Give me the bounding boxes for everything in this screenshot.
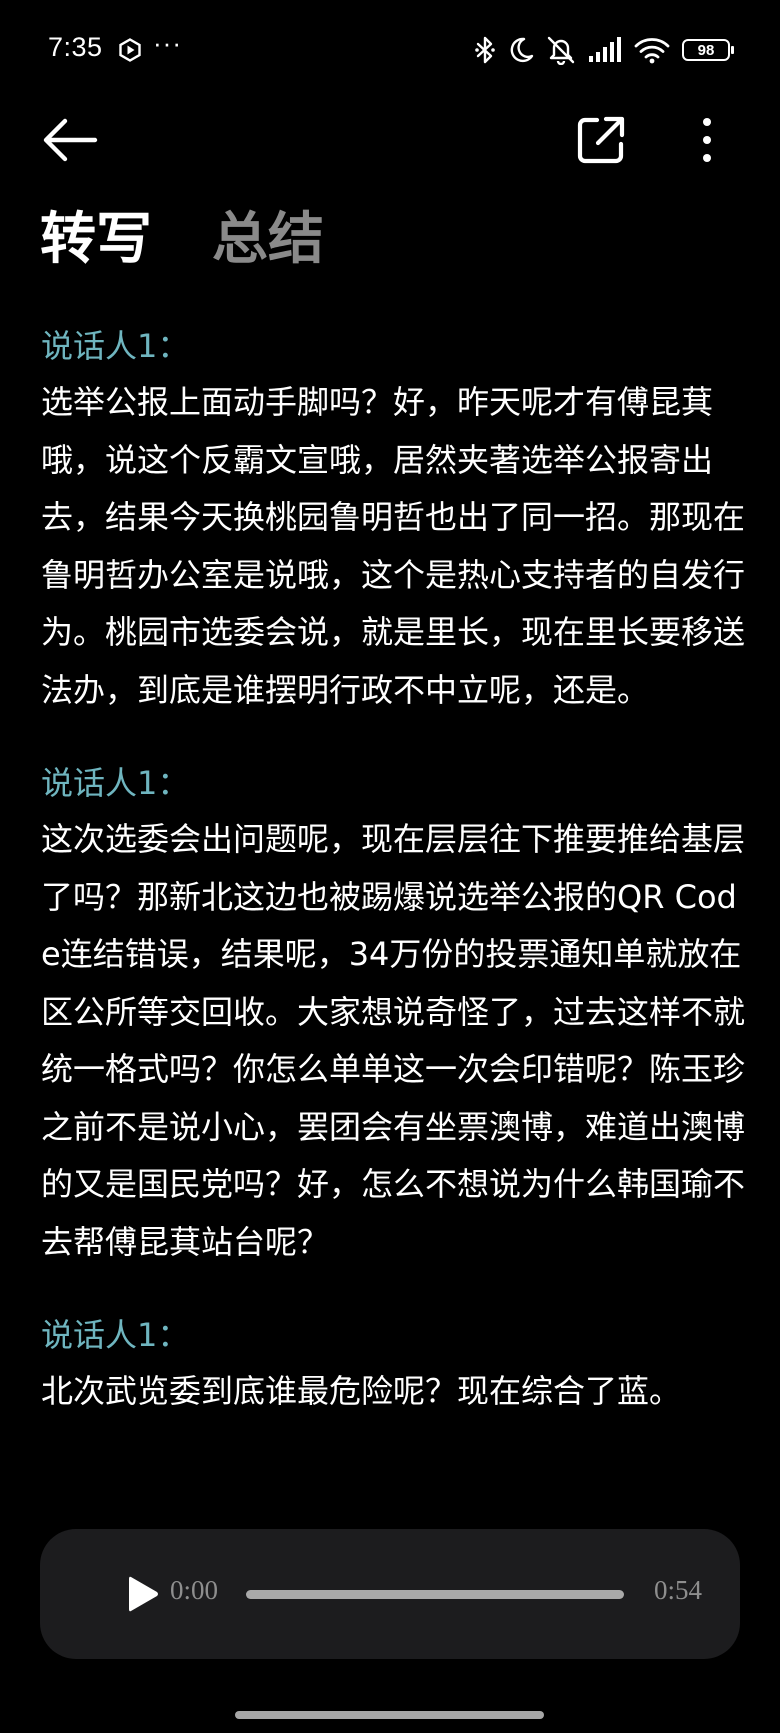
bell-muted-icon <box>547 36 575 65</box>
tab-transcript[interactable]: 转写 <box>40 205 152 275</box>
more-options-button[interactable] <box>682 112 732 168</box>
play-button[interactable] <box>118 1569 168 1619</box>
signal-icon <box>589 37 621 62</box>
audio-player: 0:00 0:54 <box>40 1529 740 1659</box>
moon-icon <box>510 37 534 63</box>
current-time: 0:00 <box>170 1575 219 1605</box>
status-icons: 98 <box>474 34 734 66</box>
status-more-dots: ··· <box>153 28 182 58</box>
back-button[interactable] <box>38 114 102 166</box>
app-notification-icon <box>119 38 141 62</box>
total-time: 0:54 <box>653 1575 702 1605</box>
bluetooth-icon <box>475 36 495 64</box>
tab-bar: 转写 总结 <box>40 205 324 275</box>
segment-text: 这次选委会出问题呢，现在层层往下推要推给基层了吗？那新北这边也被踢爆说选举公报的… <box>41 820 746 1261</box>
home-indicator[interactable] <box>235 1711 544 1719</box>
speaker-label: 说话人1： <box>41 764 190 802</box>
share-button[interactable] <box>571 112 631 168</box>
speaker-label: 说话人1： <box>41 1316 190 1354</box>
transcript-segment: 说话人1： 这次选委会出问题呢，现在层层往下推要推给基层了吗？那新北这边也被踢爆… <box>41 755 746 1271</box>
transcript-list: 说话人1： 选举公报上面动手脚吗？好，昨天呢才有傅昆萁哦，说这个反霸文宣哦，居然… <box>41 318 746 1457</box>
battery-level: 98 <box>697 41 715 59</box>
status-bar: 7:35 ··· 98 <box>0 0 780 100</box>
status-time: 7:35 <box>48 32 103 62</box>
speaker-label: 说话人1： <box>41 327 190 365</box>
back-arrow-icon <box>43 118 98 162</box>
tab-summary[interactable]: 总结 <box>212 205 324 275</box>
wifi-icon <box>634 38 670 64</box>
transcript-segment: 说话人1： 选举公报上面动手脚吗？好，昨天呢才有傅昆萁哦，说这个反霸文宣哦，居然… <box>41 318 746 719</box>
play-icon <box>129 1576 158 1612</box>
progress-slider[interactable] <box>246 1590 624 1599</box>
top-app-bar <box>0 100 780 180</box>
segment-text: 北次武览委到底谁最危险呢？现在综合了蓝。 <box>41 1372 682 1410</box>
segment-text: 选举公报上面动手脚吗？好，昨天呢才有傅昆萁哦，说这个反霸文宣哦，居然夹著选举公报… <box>41 383 746 709</box>
more-vert-icon <box>703 118 711 162</box>
battery-icon: 98 <box>682 39 734 61</box>
share-icon <box>577 116 625 164</box>
transcript-segment: 说话人1： 北次武览委到底谁最危险呢？现在综合了蓝。 <box>41 1307 746 1421</box>
